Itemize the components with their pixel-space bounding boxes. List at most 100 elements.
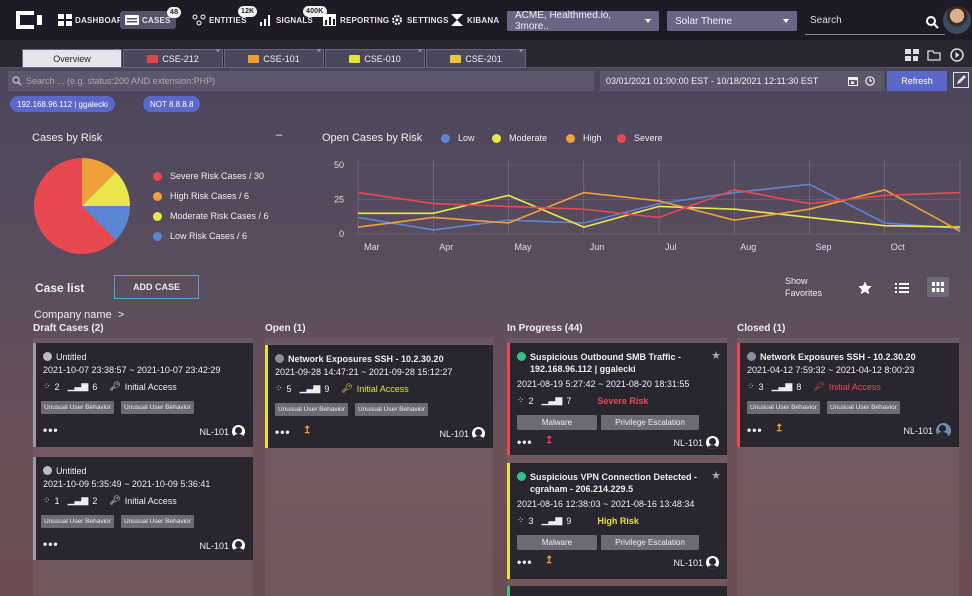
company-breadcrumb[interactable]: Company name >: [34, 309, 124, 321]
collapse-button[interactable]: –: [276, 129, 282, 141]
nav-cases-label: CASES: [142, 15, 171, 25]
query-search-input[interactable]: Search ... (e.g. status:200 AND extensio…: [8, 71, 594, 91]
more-options-button[interactable]: •••: [517, 435, 533, 449]
pie-legend-item: Moderate Risk Cases / 6: [153, 211, 269, 221]
legend-label: High: [583, 133, 602, 143]
x-tick-label: Aug: [740, 242, 756, 252]
layout-icon[interactable]: [905, 49, 919, 61]
entities-count: 3: [758, 381, 764, 392]
y-tick-label: 25: [334, 195, 344, 205]
entities-count: 2: [528, 395, 534, 406]
nav-cases[interactable]: CASES 48: [120, 7, 182, 29]
global-search-input[interactable]: Search: [805, 11, 945, 35]
tab-cse-010[interactable]: CSE-010 ×: [325, 48, 425, 68]
calendar-icon[interactable]: [848, 76, 858, 86]
x-tick-label: Sep: [816, 242, 832, 252]
case-card[interactable]: ★ Suspicious Outbound SMB Traffic - 192.…: [507, 343, 727, 455]
list-view-icon[interactable]: [895, 282, 909, 294]
theme-select[interactable]: Solar Theme: [667, 11, 797, 31]
close-icon[interactable]: ×: [216, 48, 220, 55]
case-card[interactable]: Network Exposures SSH - 10.2.30.20 2021-…: [265, 345, 493, 448]
card-meta: ⁘ 2 ▁▃▆ 7 Severe Risk: [517, 395, 648, 406]
owner-label: NL-101: [673, 437, 703, 448]
more-options-button[interactable]: •••: [43, 423, 59, 437]
filter-pill[interactable]: NOT 8.8.8.8: [143, 96, 201, 112]
logo-icon[interactable]: [14, 9, 44, 31]
edit-icon[interactable]: [953, 72, 969, 88]
tab-cse-101[interactable]: CSE-101 ×: [224, 48, 324, 68]
refresh-button[interactable]: Refresh: [887, 71, 947, 91]
line-legend-item[interactable]: Severe: [617, 133, 663, 143]
more-options-button[interactable]: •••: [517, 555, 533, 569]
org-select[interactable]: ACME, Healthmed.io, 3more..: [507, 10, 659, 32]
nav-kibana[interactable]: KIBANA: [450, 11, 499, 29]
card-owner[interactable]: NL-101: [439, 427, 485, 440]
card-title-text: Network Exposures SSH - 10.2.30.20: [288, 354, 444, 364]
owner-label: NL-101: [199, 426, 229, 437]
card-owner[interactable]: NL-101: [903, 423, 951, 438]
case-card[interactable]: [507, 586, 727, 596]
card-owner[interactable]: NL-101: [199, 539, 245, 552]
line-legend-item[interactable]: Moderate: [492, 133, 547, 143]
card-title-text: Untitled: [56, 466, 87, 476]
card-dates: 2021-08-19 5:27:42 ~ 2021-08-20 18:31:55: [517, 379, 690, 389]
case-card[interactable]: ★ Suspicious VPN Connection Detected - c…: [507, 463, 727, 579]
nav-reporting[interactable]: REPORTING: [323, 11, 389, 29]
user-avatar[interactable]: [943, 6, 971, 34]
risk-pie-chart: [33, 158, 130, 254]
nav-signals[interactable]: SIGNALS 400K: [259, 6, 327, 29]
star-icon[interactable]: ★: [711, 469, 721, 482]
tab-overview[interactable]: Overview ×: [22, 48, 122, 68]
nav-settings[interactable]: SETTINGS: [390, 11, 449, 29]
play-icon[interactable]: [950, 48, 964, 62]
add-case-label: ADD CASE: [132, 282, 180, 292]
case-card[interactable]: Untitled 2021-10-07 23:38:57 ~ 2021-10-0…: [33, 343, 253, 447]
filter-pill[interactable]: 192.168.96.112 | ggalecki: [10, 96, 115, 112]
clock-icon[interactable]: [865, 76, 875, 86]
entities-count: 1: [54, 495, 60, 506]
tab-cse-212[interactable]: CSE-212 ×: [123, 48, 223, 68]
line-legend-item[interactable]: High: [566, 133, 602, 143]
add-case-button[interactable]: ADD CASE: [114, 275, 199, 299]
more-options-button[interactable]: •••: [43, 537, 59, 551]
card-stripe: [507, 343, 510, 455]
theme-select-value: Solar Theme: [675, 15, 733, 27]
pie-legend-item: High Risk Cases / 6: [153, 191, 249, 201]
close-icon[interactable]: ×: [519, 48, 523, 55]
folder-settings-icon[interactable]: [927, 49, 941, 61]
line-legend-item[interactable]: Low: [441, 133, 475, 143]
risk-label: Severe Risk: [597, 395, 649, 406]
board-view-button[interactable]: [927, 277, 949, 297]
x-tick-label: Jul: [665, 242, 677, 252]
tab-cse-201[interactable]: CSE-201 ×: [426, 48, 526, 68]
nav-reporting-label: REPORTING: [340, 15, 390, 25]
nav-kibana-label: KIBANA: [467, 15, 500, 25]
entities-count: 3: [528, 515, 534, 526]
card-owner[interactable]: NL-101: [673, 556, 719, 569]
nav-entities[interactable]: ENTITIES 12K: [192, 6, 258, 29]
card-stripe: [33, 343, 36, 447]
signals-icon: [259, 14, 273, 26]
search-icon[interactable]: [926, 16, 939, 29]
case-card[interactable]: Network Exposures SSH - 10.2.30.20 2021-…: [737, 343, 959, 447]
card-owner[interactable]: NL-101: [199, 425, 245, 438]
entities-count-badge: 12K: [238, 6, 258, 17]
star-icon[interactable]: ★: [711, 349, 721, 362]
star-icon[interactable]: [858, 281, 872, 295]
date-range-value: 03/01/2021 01:00:00 EST - 10/18/2021 12:…: [606, 76, 819, 86]
tag: Unusual User Behavior: [275, 403, 348, 416]
more-options-button[interactable]: •••: [275, 425, 291, 439]
nav-dashboard[interactable]: DASHBOARD: [58, 11, 129, 29]
tactic-icon: 🔑︎: [813, 381, 825, 391]
card-owner[interactable]: NL-101: [673, 436, 719, 449]
signals-count: 7: [566, 395, 572, 406]
entities-icon: ⁘: [517, 395, 525, 405]
close-icon[interactable]: ×: [418, 48, 422, 55]
close-icon[interactable]: ×: [317, 48, 321, 55]
tactic-label: Initial Access: [124, 495, 177, 506]
column-title-open: Open (1): [265, 323, 306, 334]
more-options-button[interactable]: •••: [747, 423, 763, 437]
date-range-picker[interactable]: 03/01/2021 01:00:00 EST - 10/18/2021 12:…: [600, 71, 884, 91]
close-icon[interactable]: ×: [115, 48, 119, 55]
case-card[interactable]: Untitled 2021-10-09 5:35:49 ~ 2021-10-09…: [33, 457, 253, 560]
